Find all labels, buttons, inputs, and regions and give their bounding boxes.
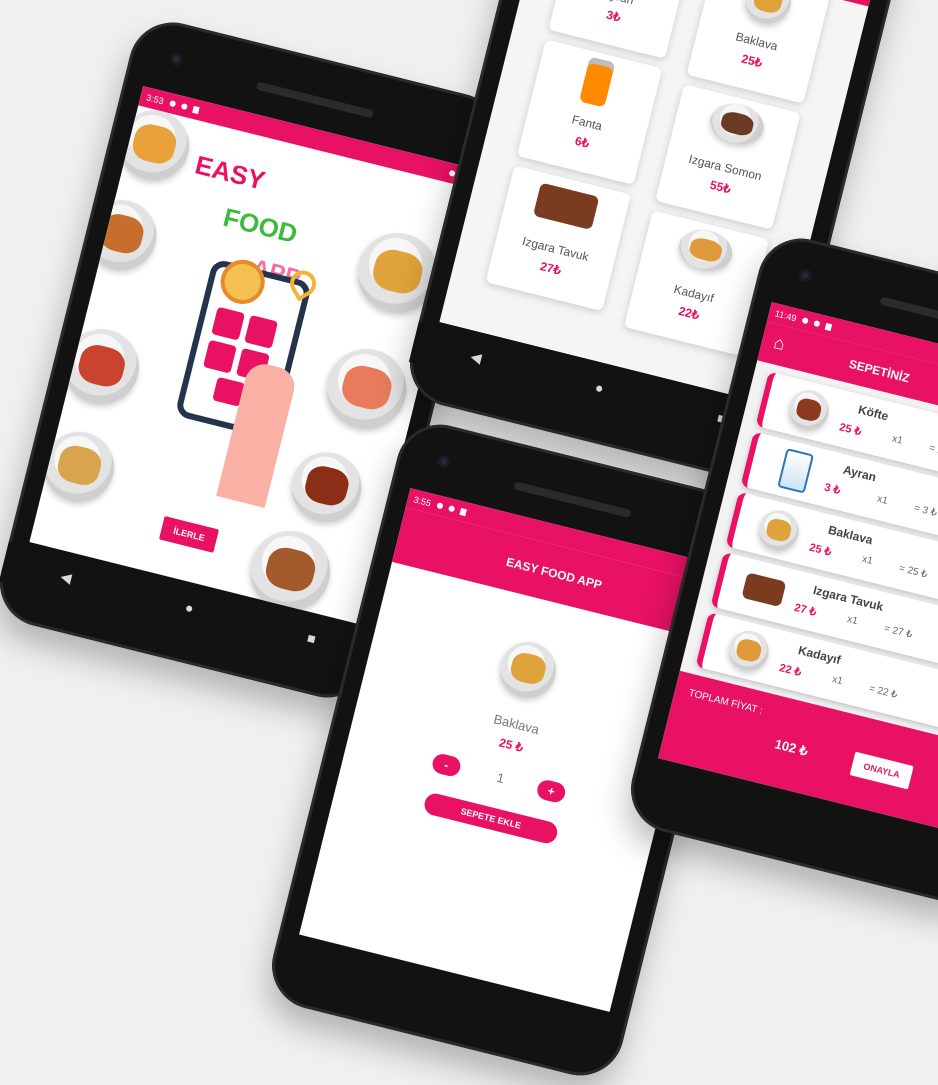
cart-item-qty: x1	[845, 613, 859, 628]
recents-icon[interactable]: ■	[306, 629, 318, 647]
title-easy: EASY	[192, 149, 269, 196]
cart-item-qty: x1	[830, 674, 844, 688]
front-camera	[169, 52, 184, 67]
home-icon[interactable]: ●	[183, 599, 195, 617]
shield-icon	[180, 102, 188, 111]
sim-icon	[824, 322, 833, 331]
tea-glass-icon	[284, 444, 369, 530]
app-tile	[244, 314, 279, 349]
baklava-icon	[754, 506, 803, 555]
total-value: 102 ₺	[773, 736, 810, 759]
sim-icon	[459, 507, 467, 516]
sim-icon	[191, 105, 200, 114]
home-icon[interactable]: ⌂	[772, 332, 787, 355]
grilled-salmon-icon	[706, 98, 769, 151]
back-icon[interactable]: ◀	[59, 567, 73, 586]
home-icon[interactable]: ●	[593, 379, 605, 397]
menu-item-card[interactable]: Izgara Tavuk 27₺	[485, 165, 631, 312]
kofte-icon	[784, 385, 833, 435]
add-to-cart-button[interactable]: SEPETE EKLE	[422, 791, 560, 846]
quantity-value: 1	[495, 769, 506, 787]
shield-icon	[447, 504, 455, 513]
cart-item-name: Izgara Tavuk	[811, 582, 885, 614]
front-camera	[436, 454, 452, 469]
cart-item-qty: x1	[890, 433, 904, 447]
menu-item-card[interactable]: Fanta 6₺	[516, 39, 663, 185]
cart-item-name: Ayran	[841, 462, 878, 485]
cart-item-total: = 25 ₺	[897, 562, 929, 581]
grilled-chicken-icon	[532, 182, 600, 231]
cart-item-total: = 27 ₺	[882, 623, 914, 641]
shield-icon	[813, 319, 821, 328]
cart-item-name: Kadayıf	[796, 643, 843, 668]
cart-item-total: = 25 ₺	[927, 442, 938, 461]
menu-item-card[interactable]: Baklava 25₺	[686, 0, 833, 104]
wrap-plate-icon	[36, 424, 122, 510]
title-food: FOOD	[220, 201, 301, 250]
settings-icon	[435, 502, 444, 510]
speaker-grille	[879, 296, 938, 334]
next-button[interactable]: İLERLE	[158, 516, 220, 553]
app-tile	[202, 339, 237, 374]
cart-item-price: 3 ₺	[823, 481, 842, 498]
back-icon[interactable]: ◀	[469, 347, 483, 366]
turkish-delight-plate-icon	[317, 340, 415, 438]
settings-icon	[168, 99, 176, 108]
baklava-icon	[739, 0, 796, 29]
cart-item-price: 25 ₺	[838, 421, 863, 439]
cart-item-price: 25 ₺	[808, 541, 833, 559]
decrease-button[interactable]: -	[430, 751, 463, 779]
app-title: EASY FOOD APP	[504, 554, 604, 593]
cart-item-total: = 22 ₺	[867, 683, 899, 701]
grilled-chicken-icon	[741, 572, 787, 608]
increase-button[interactable]: +	[535, 778, 568, 805]
cart-item-qty: x1	[860, 553, 874, 567]
confirm-button[interactable]: ONAYLA	[849, 751, 914, 790]
speaker-grille	[513, 481, 632, 519]
total-label: TOPLAM FİYAT :	[687, 687, 764, 717]
baklava-icon	[493, 636, 562, 704]
menu-item-card[interactable]: Izgara Somon 55₺	[655, 84, 801, 230]
status-time: 3:53	[145, 92, 165, 107]
cart-item-qty: x1	[875, 493, 889, 507]
fanta-icon	[578, 56, 616, 108]
kadayif-icon	[674, 224, 737, 277]
kadayif-icon	[724, 626, 773, 676]
cart-item-name: Baklava	[826, 522, 875, 548]
status-time: 3:55	[412, 494, 433, 509]
cart-item-total: = 3 ₺	[912, 502, 938, 520]
cart-title: SEPETİNİZ	[847, 356, 912, 386]
settings-icon	[801, 317, 809, 325]
cart-item-price: 22 ₺	[778, 661, 803, 680]
pide-plate-icon	[78, 192, 164, 278]
ayran-icon	[777, 448, 815, 494]
kebab-plate-icon	[55, 321, 147, 413]
app-tile	[211, 306, 246, 341]
status-time: 11:49	[773, 308, 798, 324]
cart-item-price: 27 ₺	[793, 601, 818, 619]
front-camera	[797, 268, 813, 283]
cart-item-name: Köfte	[856, 402, 890, 424]
speaker-grille	[255, 81, 375, 119]
